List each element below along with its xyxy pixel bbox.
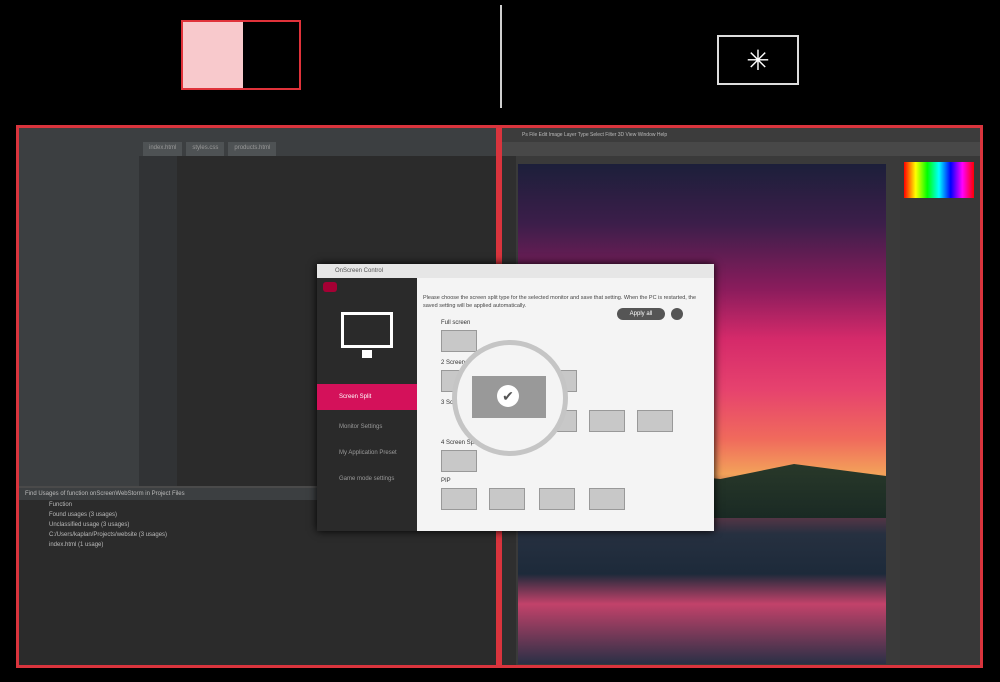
monitor-icon bbox=[341, 312, 393, 348]
info-text: Please choose the screen split type for … bbox=[423, 295, 697, 309]
divider bbox=[500, 5, 502, 108]
ps-menubar[interactable]: Ps File Edit Image Layer Type Select Fil… bbox=[502, 128, 980, 142]
ide-tab[interactable]: index.html bbox=[143, 142, 183, 156]
layout-full[interactable] bbox=[441, 330, 477, 352]
section-pip: PIP bbox=[441, 478, 451, 484]
apply-all-button[interactable]: Apply all bbox=[617, 308, 665, 320]
ide-tabs: index.html styles.css products.html bbox=[139, 142, 496, 156]
brightness-icon: ✳ bbox=[717, 35, 799, 85]
layout-pip-a[interactable] bbox=[441, 488, 477, 510]
window-title: OnScreen Control bbox=[317, 264, 714, 278]
nav-my-application-preset[interactable]: My Application Preset bbox=[317, 440, 417, 466]
ps-options-bar bbox=[502, 142, 980, 156]
ide-menubar bbox=[19, 128, 496, 143]
layout-pip-d[interactable] bbox=[589, 488, 625, 510]
ide-tab[interactable]: styles.css bbox=[186, 142, 225, 156]
layout-4split[interactable] bbox=[441, 450, 477, 472]
color-swatches[interactable] bbox=[904, 162, 974, 198]
help-icon[interactable] bbox=[671, 308, 683, 320]
layout-3split-b[interactable] bbox=[589, 410, 625, 432]
nav-screen-split[interactable]: Screen Split bbox=[317, 384, 417, 410]
lg-logo-icon bbox=[323, 282, 337, 292]
ide-tab[interactable]: products.html bbox=[228, 142, 277, 156]
layout-pip-c[interactable] bbox=[539, 488, 575, 510]
project-tree[interactable] bbox=[19, 142, 139, 487]
check-icon: ✔ bbox=[497, 385, 519, 407]
section-full-screen: Full screen bbox=[441, 320, 471, 326]
layout-3split-c[interactable] bbox=[637, 410, 673, 432]
ps-panels bbox=[900, 156, 980, 665]
layout-pip-b[interactable] bbox=[489, 488, 525, 510]
nav-game-mode-settings[interactable]: Game mode settings bbox=[317, 466, 417, 492]
line-gutter bbox=[139, 156, 177, 486]
screen-split-icon bbox=[181, 20, 301, 90]
nav-monitor-settings[interactable]: Monitor Settings bbox=[317, 414, 417, 440]
find-row[interactable]: C:/Users/kaplan/Projects/website (3 usag… bbox=[19, 530, 496, 540]
find-row[interactable]: index.html (1 usage) bbox=[19, 540, 496, 550]
monitor-stand-icon bbox=[362, 350, 372, 358]
